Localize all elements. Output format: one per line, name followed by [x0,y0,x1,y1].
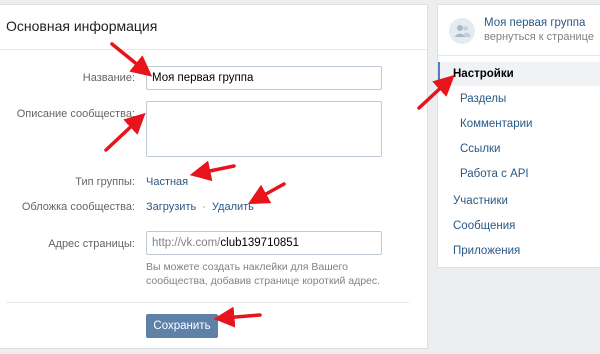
address-label: Адрес страницы: [48,238,135,250]
footer-divider [6,302,409,303]
address-input[interactable] [220,237,321,249]
name-label: Название: [82,72,135,84]
sidebar-item-links[interactable]: Ссылки [438,137,600,161]
group-name-link[interactable]: Моя первая группа [484,17,585,29]
address-hint: Вы можете создать наклейки для Вашего со… [146,261,381,287]
name-input[interactable] [146,66,382,90]
cover-upload-link[interactable]: Загрузить [146,201,196,213]
group-users-icon [449,18,475,44]
settings-sidebar: Моя первая группа вернуться к странице Н… [437,4,600,268]
cover-delete-link[interactable]: Удалить [212,201,254,213]
cover-actions: Загрузить · Удалить [146,201,254,213]
group-header[interactable]: Моя первая группа вернуться к странице [438,5,600,55]
sidebar-divider [438,55,600,56]
cover-label: Обложка сообщества: [21,201,135,213]
group-type-label: Тип группы: [75,176,135,188]
address-prefix: http://vk.com/ [152,237,221,249]
group-type-link[interactable]: Частная [146,176,188,188]
sidebar-item-comments[interactable]: Комментарии [438,112,600,136]
description-label: Описание сообщества: [16,108,135,120]
cover-separator: · [202,201,206,213]
sidebar-item-apps[interactable]: Приложения [438,239,600,263]
description-textarea[interactable] [146,101,382,157]
save-button[interactable]: Сохранить [146,314,218,338]
address-field[interactable]: http://vk.com/ [146,231,382,255]
sidebar-item-messages[interactable]: Сообщения [438,214,600,238]
sidebar-item-settings[interactable]: Настройки [438,62,600,86]
sidebar-item-sections[interactable]: Разделы [438,87,600,111]
header-divider [0,49,427,50]
sidebar-item-members[interactable]: Участники [438,189,600,213]
back-to-page-link[interactable]: вернуться к странице [484,31,594,43]
main-settings-panel: Основная информация Название: Описание с… [0,4,428,349]
page-title: Основная информация [6,18,158,34]
sidebar-item-api[interactable]: Работа с API [438,162,600,186]
